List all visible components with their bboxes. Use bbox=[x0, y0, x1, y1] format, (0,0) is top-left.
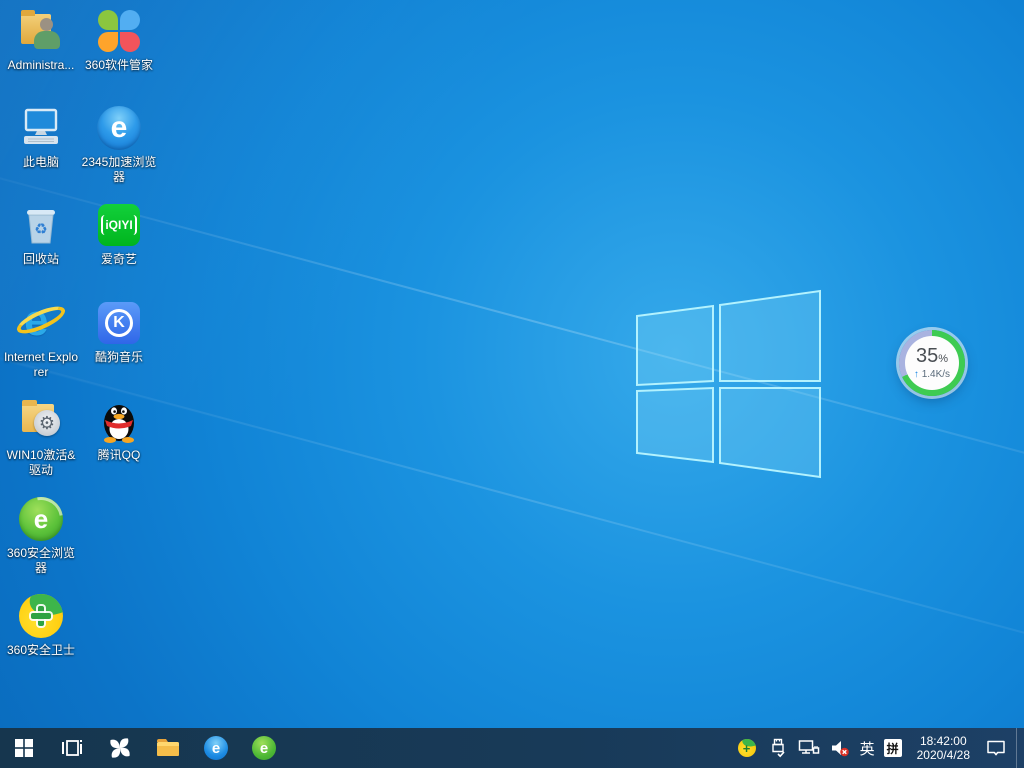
desktop-icon-label: 回收站 bbox=[3, 252, 79, 267]
show-desktop-button[interactable] bbox=[1016, 728, 1022, 768]
tray-network[interactable] bbox=[798, 728, 820, 768]
action-center-icon bbox=[986, 740, 1006, 757]
system-tray: + bbox=[736, 728, 1024, 768]
kugou-music-icon: K bbox=[96, 300, 142, 346]
tray-volume-muted[interactable] bbox=[829, 728, 851, 768]
action-center-button[interactable] bbox=[985, 728, 1007, 768]
desktop-icon-label: 360软件管家 bbox=[81, 58, 157, 73]
desktop-icon-internet-explorer[interactable]: e Internet Explorer bbox=[3, 300, 79, 380]
wallpaper-ray bbox=[0, 330, 1024, 756]
recycle-bin-icon: ♻ bbox=[18, 202, 64, 248]
win10-activate-icon: ⚙ bbox=[18, 398, 64, 444]
desktop-icon-label: 360安全卫士 bbox=[3, 643, 79, 658]
desktop-icon-360-browser[interactable]: e 360安全浏览器 bbox=[3, 496, 79, 576]
taskbar-360-browser[interactable]: e bbox=[240, 728, 288, 768]
blue-e-browser-icon: e bbox=[204, 736, 228, 760]
pinwheel-icon bbox=[108, 736, 132, 760]
360-software-manager-icon bbox=[96, 8, 142, 54]
desktop-icon-kugou-music[interactable]: K 酷狗音乐 bbox=[81, 300, 157, 365]
360-safe-tray-icon: + bbox=[738, 739, 756, 757]
folder-icon bbox=[156, 738, 180, 758]
taskbar-file-explorer[interactable] bbox=[144, 728, 192, 768]
360-safe-icon bbox=[18, 593, 64, 639]
green-e-browser-icon: e bbox=[252, 736, 276, 760]
windows-start-icon bbox=[15, 739, 33, 757]
internet-explorer-icon: e bbox=[18, 300, 64, 346]
desktop-icon-administrator[interactable]: Administra... bbox=[3, 8, 79, 73]
desktop-icon-label: 此电脑 bbox=[3, 155, 79, 170]
clock-date: 2020/4/28 bbox=[917, 748, 970, 762]
desktop-icon-iqiyi[interactable]: iQIYI 爱奇艺 bbox=[81, 202, 157, 267]
desktop-icon-label: Administra... bbox=[3, 58, 79, 73]
this-pc-icon bbox=[18, 105, 64, 151]
svg-text:♻: ♻ bbox=[34, 221, 47, 238]
desktop-icon-win10-activate[interactable]: ⚙ WIN10激活&驱动 bbox=[3, 398, 79, 478]
task-view-button[interactable] bbox=[48, 728, 96, 768]
desktop-wallpaper: Administra... 360软件管家 此电脑 e 2345加速浏览器 bbox=[0, 0, 1024, 768]
network-speed: ↑ 1.4K/s bbox=[914, 369, 950, 381]
speed-ball-face: 35% ↑ 1.4K/s bbox=[905, 336, 959, 390]
task-view-icon bbox=[61, 739, 83, 757]
taskbar: e e + bbox=[0, 728, 1024, 768]
desktop-icon-label: 爱奇艺 bbox=[81, 252, 157, 267]
iqiyi-icon: iQIYI bbox=[96, 202, 142, 248]
tencent-qq-icon bbox=[96, 398, 142, 444]
desktop-icon-label: Internet Explorer bbox=[3, 350, 79, 380]
tray-clock[interactable]: 18:42:00 2020/4/28 bbox=[911, 734, 976, 762]
wallpaper-light-wedge bbox=[0, 0, 829, 548]
start-button[interactable] bbox=[0, 728, 48, 768]
clock-time: 18:42:00 bbox=[917, 734, 970, 748]
desktop-icon-label: 2345加速浏览器 bbox=[81, 155, 157, 185]
desktop-icon-recycle-bin[interactable]: ♻ 回收站 bbox=[3, 202, 79, 267]
desktop-icon-label: 360安全浏览器 bbox=[3, 546, 79, 576]
taskbar-2345-browser[interactable]: e bbox=[192, 728, 240, 768]
memory-usage-percent: 35% bbox=[916, 346, 948, 369]
tray-ime-indicator[interactable]: 拼 bbox=[884, 739, 902, 757]
desktop-icon-label: 腾讯QQ bbox=[81, 448, 157, 463]
network-icon bbox=[798, 739, 820, 757]
tray-360-safe[interactable]: + bbox=[736, 728, 758, 768]
360-browser-icon: e bbox=[18, 496, 64, 542]
speaker-mute-icon bbox=[830, 739, 850, 757]
taskbar-360-software-manager[interactable] bbox=[96, 728, 144, 768]
desktop-icon-360-safe[interactable]: 360安全卫士 bbox=[3, 593, 79, 658]
desktop-icon-label: 酷狗音乐 bbox=[81, 350, 157, 365]
tray-usb-device[interactable] bbox=[767, 728, 789, 768]
desktop-icon-label: WIN10激活&驱动 bbox=[3, 448, 79, 478]
desktop-icon-tencent-qq[interactable]: 腾讯QQ bbox=[81, 398, 157, 463]
usb-icon bbox=[770, 738, 786, 758]
2345-browser-icon: e bbox=[96, 105, 142, 151]
360-speed-ball-gadget[interactable]: 35% ↑ 1.4K/s bbox=[899, 330, 965, 396]
administrator-folder-icon bbox=[18, 8, 64, 54]
desktop-icon-2345-browser[interactable]: e 2345加速浏览器 bbox=[81, 105, 157, 185]
desktop-icon-this-pc[interactable]: 此电脑 bbox=[3, 105, 79, 170]
tray-language-indicator[interactable]: 英 bbox=[860, 738, 875, 759]
desktop-icon-360-software-manager[interactable]: 360软件管家 bbox=[81, 8, 157, 73]
